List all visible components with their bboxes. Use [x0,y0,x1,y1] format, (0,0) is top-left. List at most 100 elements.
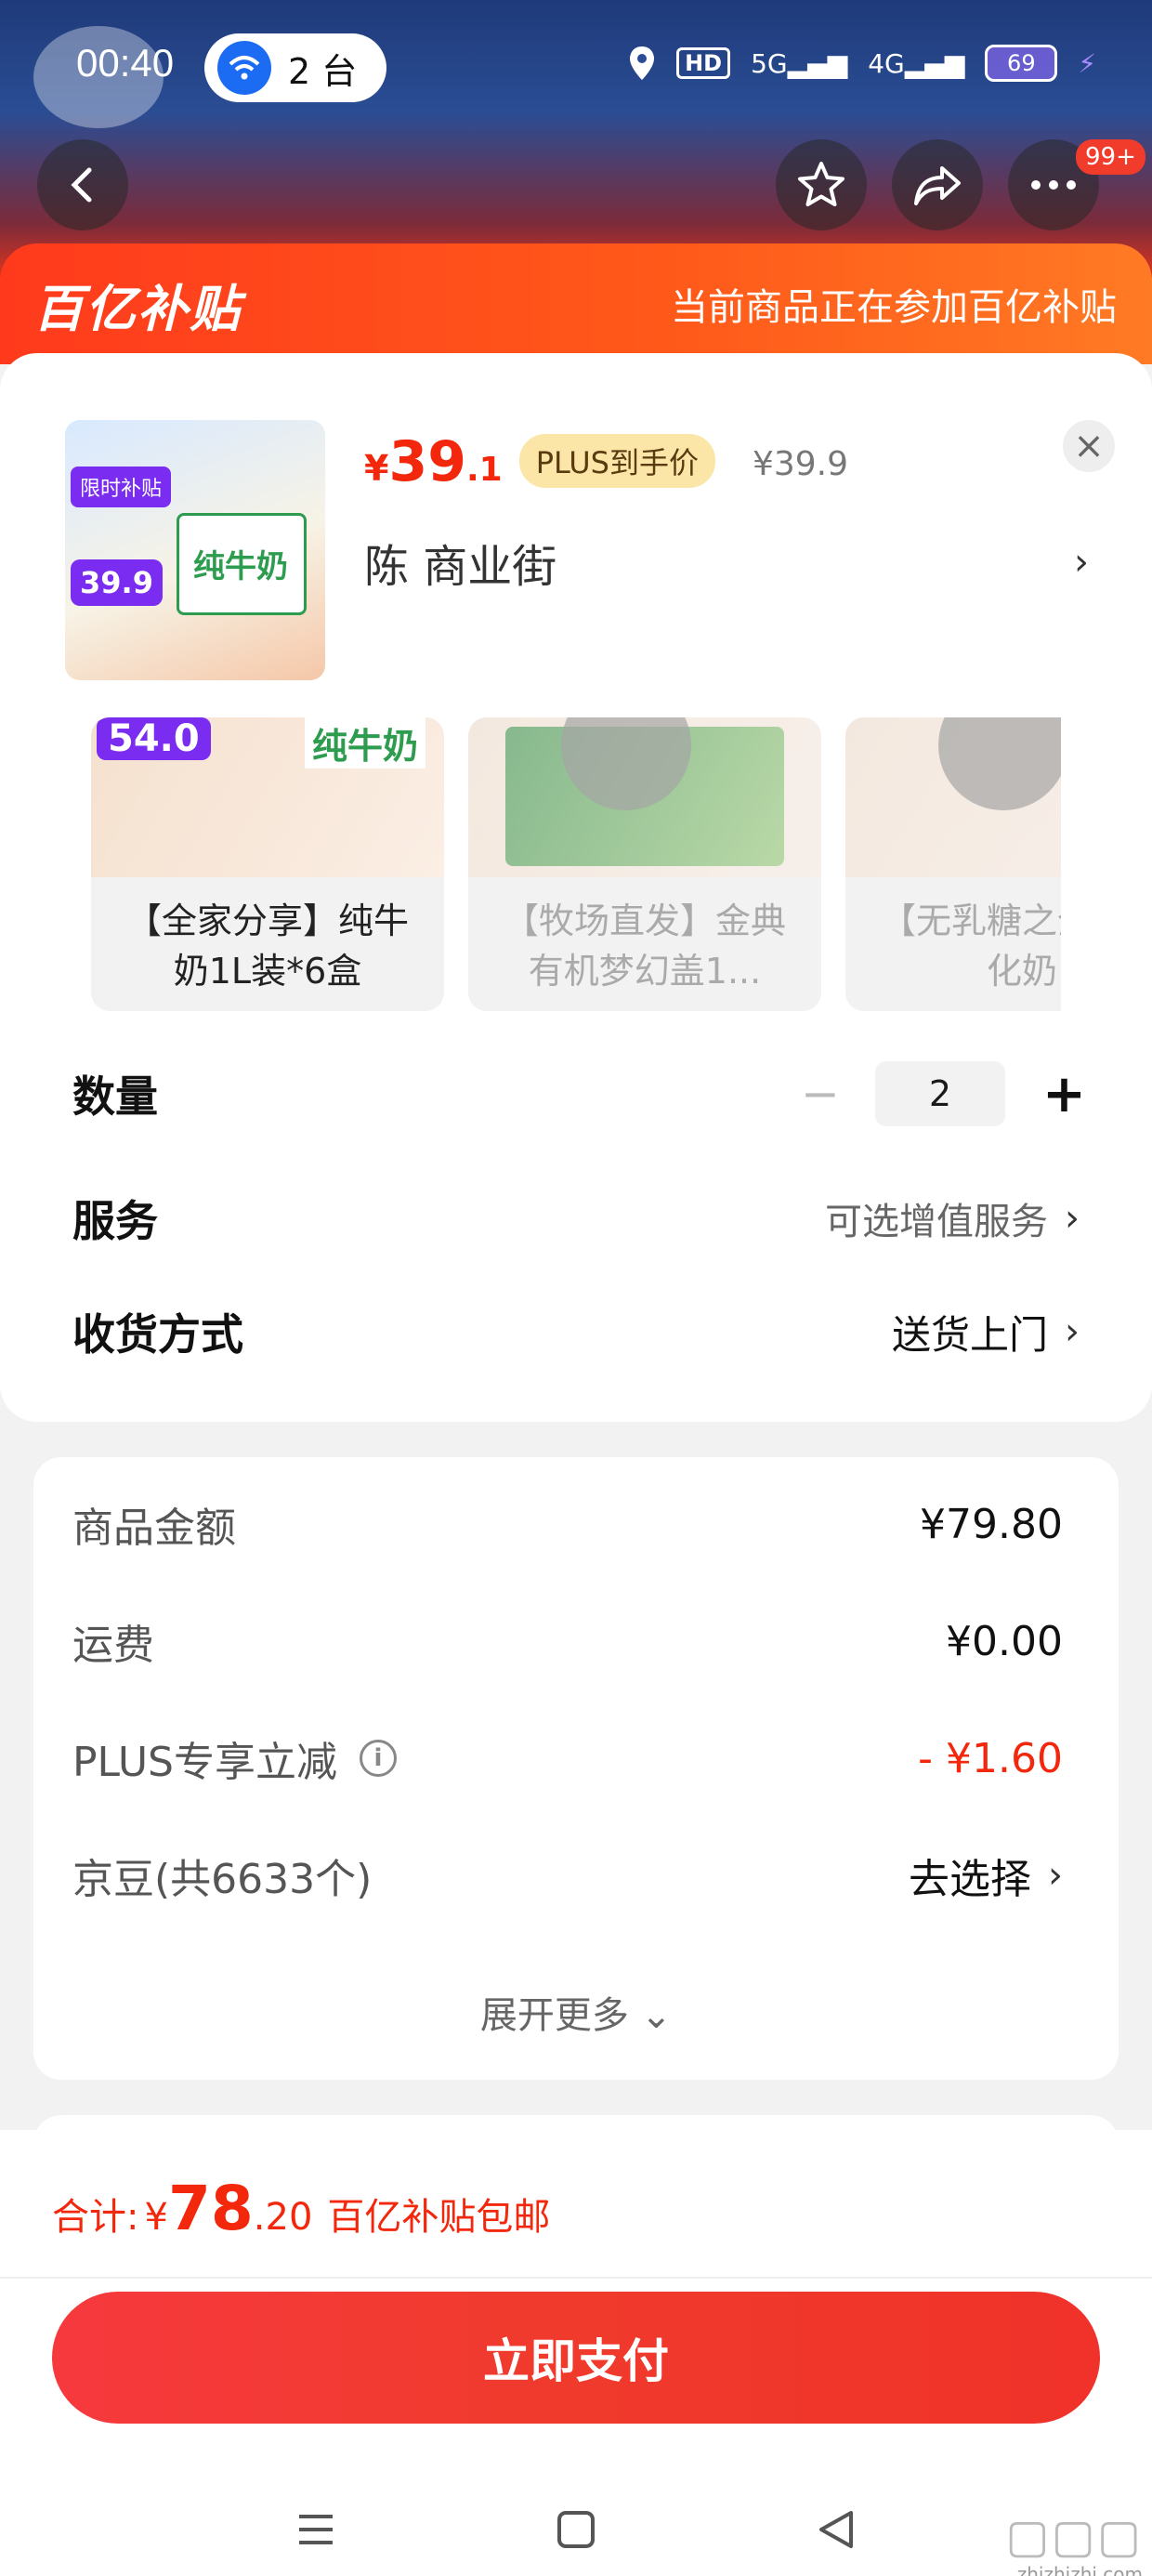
increase-button[interactable]: + [1042,1064,1086,1124]
goods-amount-row: 商品金额 ¥79.80 [72,1494,1063,1554]
checkout-bar: 合计: ¥ 78 .20 百亿补贴包邮 立即支付 [0,2130,1152,2576]
chevron-right-icon: › [1065,1197,1080,1240]
expand-more-button[interactable]: 展开更多 ⌄ [33,1985,1119,2039]
watermark-logo: ▢▢▢ [1005,2509,1143,2563]
divider [0,2277,1152,2279]
price-detail-card: 商品金额 ¥79.80 运费 ¥0.00 PLUS专享立减 i - ¥1.60 … [33,1457,1119,2080]
price-integer: 39 [388,429,466,494]
service-row[interactable]: 服务 可选增值服务 › [72,1188,1080,1249]
expand-more-label: 展开更多 [479,1994,629,2037]
quantity-row: 数量 − 2 + [72,1061,1086,1126]
menu-icon[interactable] [295,2511,336,2548]
shipping-value: ¥0.00 [946,1617,1063,1665]
service-label: 服务 [72,1196,158,1246]
quantity-input[interactable]: 2 [875,1061,1005,1126]
variant-price: 54.0 [97,717,211,760]
quantity-label: 数量 [72,1071,158,1122]
signal-5g-icon: 5G▂▄▆ [751,47,848,79]
jingdou-row[interactable]: 京豆(共6633个) 去选择 › [72,1846,1063,1905]
subsidy-banner: 百亿补贴 当前商品正在参加百亿补贴 [0,243,1152,364]
variant-label: 【牧场直发】金典有机梦幻盖1... [503,900,786,992]
variant-image [845,717,1061,877]
service-value: 可选增值服务 [825,1201,1048,1243]
total-integer: 78 [167,2173,254,2244]
service-select[interactable]: 可选增值服务 › [825,1191,1080,1245]
delivery-select[interactable]: 送货上门 › [892,1304,1080,1360]
thumb-price: 39.9 [71,559,163,606]
favorite-button[interactable] [776,139,867,230]
variant-option[interactable]: 54.0 纯牛奶 【全家分享】纯牛奶1L装*6盒 [91,717,444,1011]
total-row: 合计: ¥ 78 .20 百亿补贴包邮 [52,2173,550,2244]
total-note: 百亿补贴包邮 [327,2196,551,2239]
watermark-site: zhizhizhi.com [1016,2563,1143,2576]
thumb-tag: 限时补贴 [71,467,172,507]
variant-image [468,717,821,877]
sold-out-mark [938,717,1061,810]
variant-carousel[interactable]: 54.0 纯牛奶 【全家分享】纯牛奶1L装*6盒 【牧场直发】金典有机梦幻盖1.… [91,717,1061,1015]
pay-now-button[interactable]: 立即支付 [52,2292,1100,2424]
thumb-label: 纯牛奶 [193,548,288,585]
watermark: ▢▢▢ zhizhizhi.com [1005,2509,1143,2576]
subsidy-note: 当前商品正在参加百亿补贴 [671,286,1117,329]
variant-image: 54.0 纯牛奶 [91,717,444,877]
more-icon [1031,180,1076,190]
plus-discount-value: - ¥1.60 [918,1734,1063,1782]
original-price: ¥39.9 [752,445,849,483]
total-label: 合计: [52,2196,139,2239]
chevron-right-icon: › [1048,1854,1063,1897]
address-text: 陈 商业街 [364,541,557,593]
home-icon[interactable] [556,2509,596,2550]
total-decimal: .20 [253,2196,313,2239]
back-button[interactable] [37,139,128,230]
variant-option[interactable]: 【无乳糖之全脂舒化奶 [845,717,1061,1011]
order-card: 限时补贴 39.9 纯牛奶 ¥ 39 .1 PLUS到手价 ¥39.9 × 陈 … [0,353,1152,1422]
status-icons: HD 5G▂▄▆ 4G▂▄▆ 69 ⚡ [628,45,1096,82]
chevron-right-icon: › [1074,541,1089,584]
variant-label: 【全家分享】纯牛奶1L装*6盒 [125,900,409,992]
variant-label: 【无乳糖之全脂舒化奶 [880,900,1061,992]
goods-amount-value: ¥79.80 [920,1500,1063,1548]
wifi-cast-icon [217,41,271,95]
quantity-stepper[interactable]: − 2 + [801,1061,1086,1126]
share-icon [914,166,961,205]
subsidy-logo: 百亿补贴 [33,280,242,338]
address-row[interactable]: 陈 商业街 › [364,530,1089,595]
hd-icon: HD [676,47,731,79]
signal-4g-icon: 4G▂▄▆ [868,47,965,79]
jingdou-select[interactable]: 去选择 › [909,1846,1063,1905]
back-nav-icon[interactable] [816,2509,857,2550]
delivery-row[interactable]: 收货方式 送货上门 › [72,1301,1080,1362]
close-button[interactable]: × [1063,420,1115,472]
system-nav-bar [0,2483,1152,2576]
chevron-down-icon: ⌄ [640,1994,673,2037]
plus-discount-label: PLUS专享立减 i [72,1728,397,1788]
plus-price-tag: PLUS到手价 [518,434,715,488]
jingdou-value: 去选择 [909,1856,1031,1903]
decrease-button[interactable]: − [801,1067,840,1121]
jingdou-label: 京豆(共6633个) [72,1856,373,1903]
delivery-value: 送货上门 [891,1311,1048,1358]
delivery-label: 收货方式 [72,1309,243,1360]
net-4g-label: 4G [868,47,905,79]
cast-devices-pill[interactable]: 2 台 [204,33,386,102]
price-decimal: .1 [465,451,503,489]
shipping-label: 运费 [72,1622,154,1669]
status-time: 00:40 [76,41,175,85]
share-button[interactable] [892,139,983,230]
star-icon [798,162,844,206]
location-icon [630,46,655,80]
status-bar: 00:40 2 台 HD 5G▂▄▆ 4G▂▄▆ 69 ⚡ [0,0,1152,139]
info-icon[interactable]: i [360,1740,397,1777]
plus-discount-row: PLUS专享立减 i - ¥1.60 [72,1728,1063,1788]
plus-discount-text: PLUS专享立减 [72,1739,337,1786]
battery-icon: 69 [985,45,1058,82]
variant-milk-label: 纯牛奶 [304,717,425,769]
product-thumbnail[interactable]: 限时补贴 39.9 纯牛奶 [65,420,325,680]
more-badge: 99+ [1076,139,1145,175]
variant-option[interactable]: 【牧场直发】金典有机梦幻盖1... [468,717,821,1011]
close-icon: × [1073,425,1105,467]
goods-amount-label: 商品金额 [72,1505,236,1552]
price-currency: ¥ [364,448,389,489]
shipping-row: 运费 ¥0.00 [72,1611,1063,1671]
net-5g-label: 5G [751,47,788,79]
